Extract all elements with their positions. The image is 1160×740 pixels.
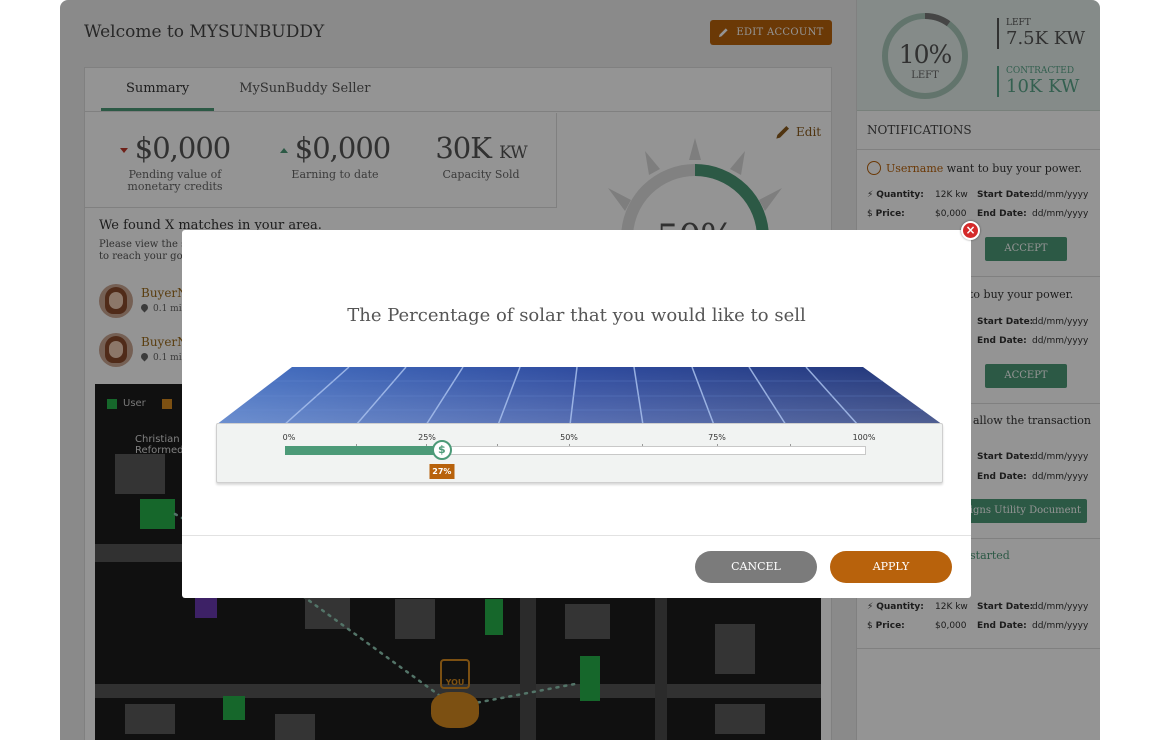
sell-percentage-slider[interactable]: 0% 25% 50% 75% 100% $ 27%: [216, 423, 943, 483]
apply-button[interactable]: APPLY: [830, 551, 952, 583]
slider-fill: [285, 446, 442, 455]
cancel-button[interactable]: CANCEL: [695, 551, 817, 583]
tick-label: 50%: [560, 433, 578, 442]
slider-value-badge: 27%: [429, 464, 455, 479]
solar-panel-illustration: [216, 367, 943, 425]
tick-label: 25%: [418, 433, 436, 442]
tick-label: 100%: [852, 433, 876, 442]
slider-handle[interactable]: $: [431, 440, 452, 460]
tick-label: 75%: [708, 433, 726, 442]
modal-title: The Percentage of solar that you would l…: [347, 305, 806, 326]
tick-label: 0%: [282, 433, 296, 442]
modal-divider: [182, 535, 971, 536]
sell-percentage-modal: The Percentage of solar that you would l…: [182, 230, 971, 598]
close-icon[interactable]: ×: [961, 221, 980, 240]
